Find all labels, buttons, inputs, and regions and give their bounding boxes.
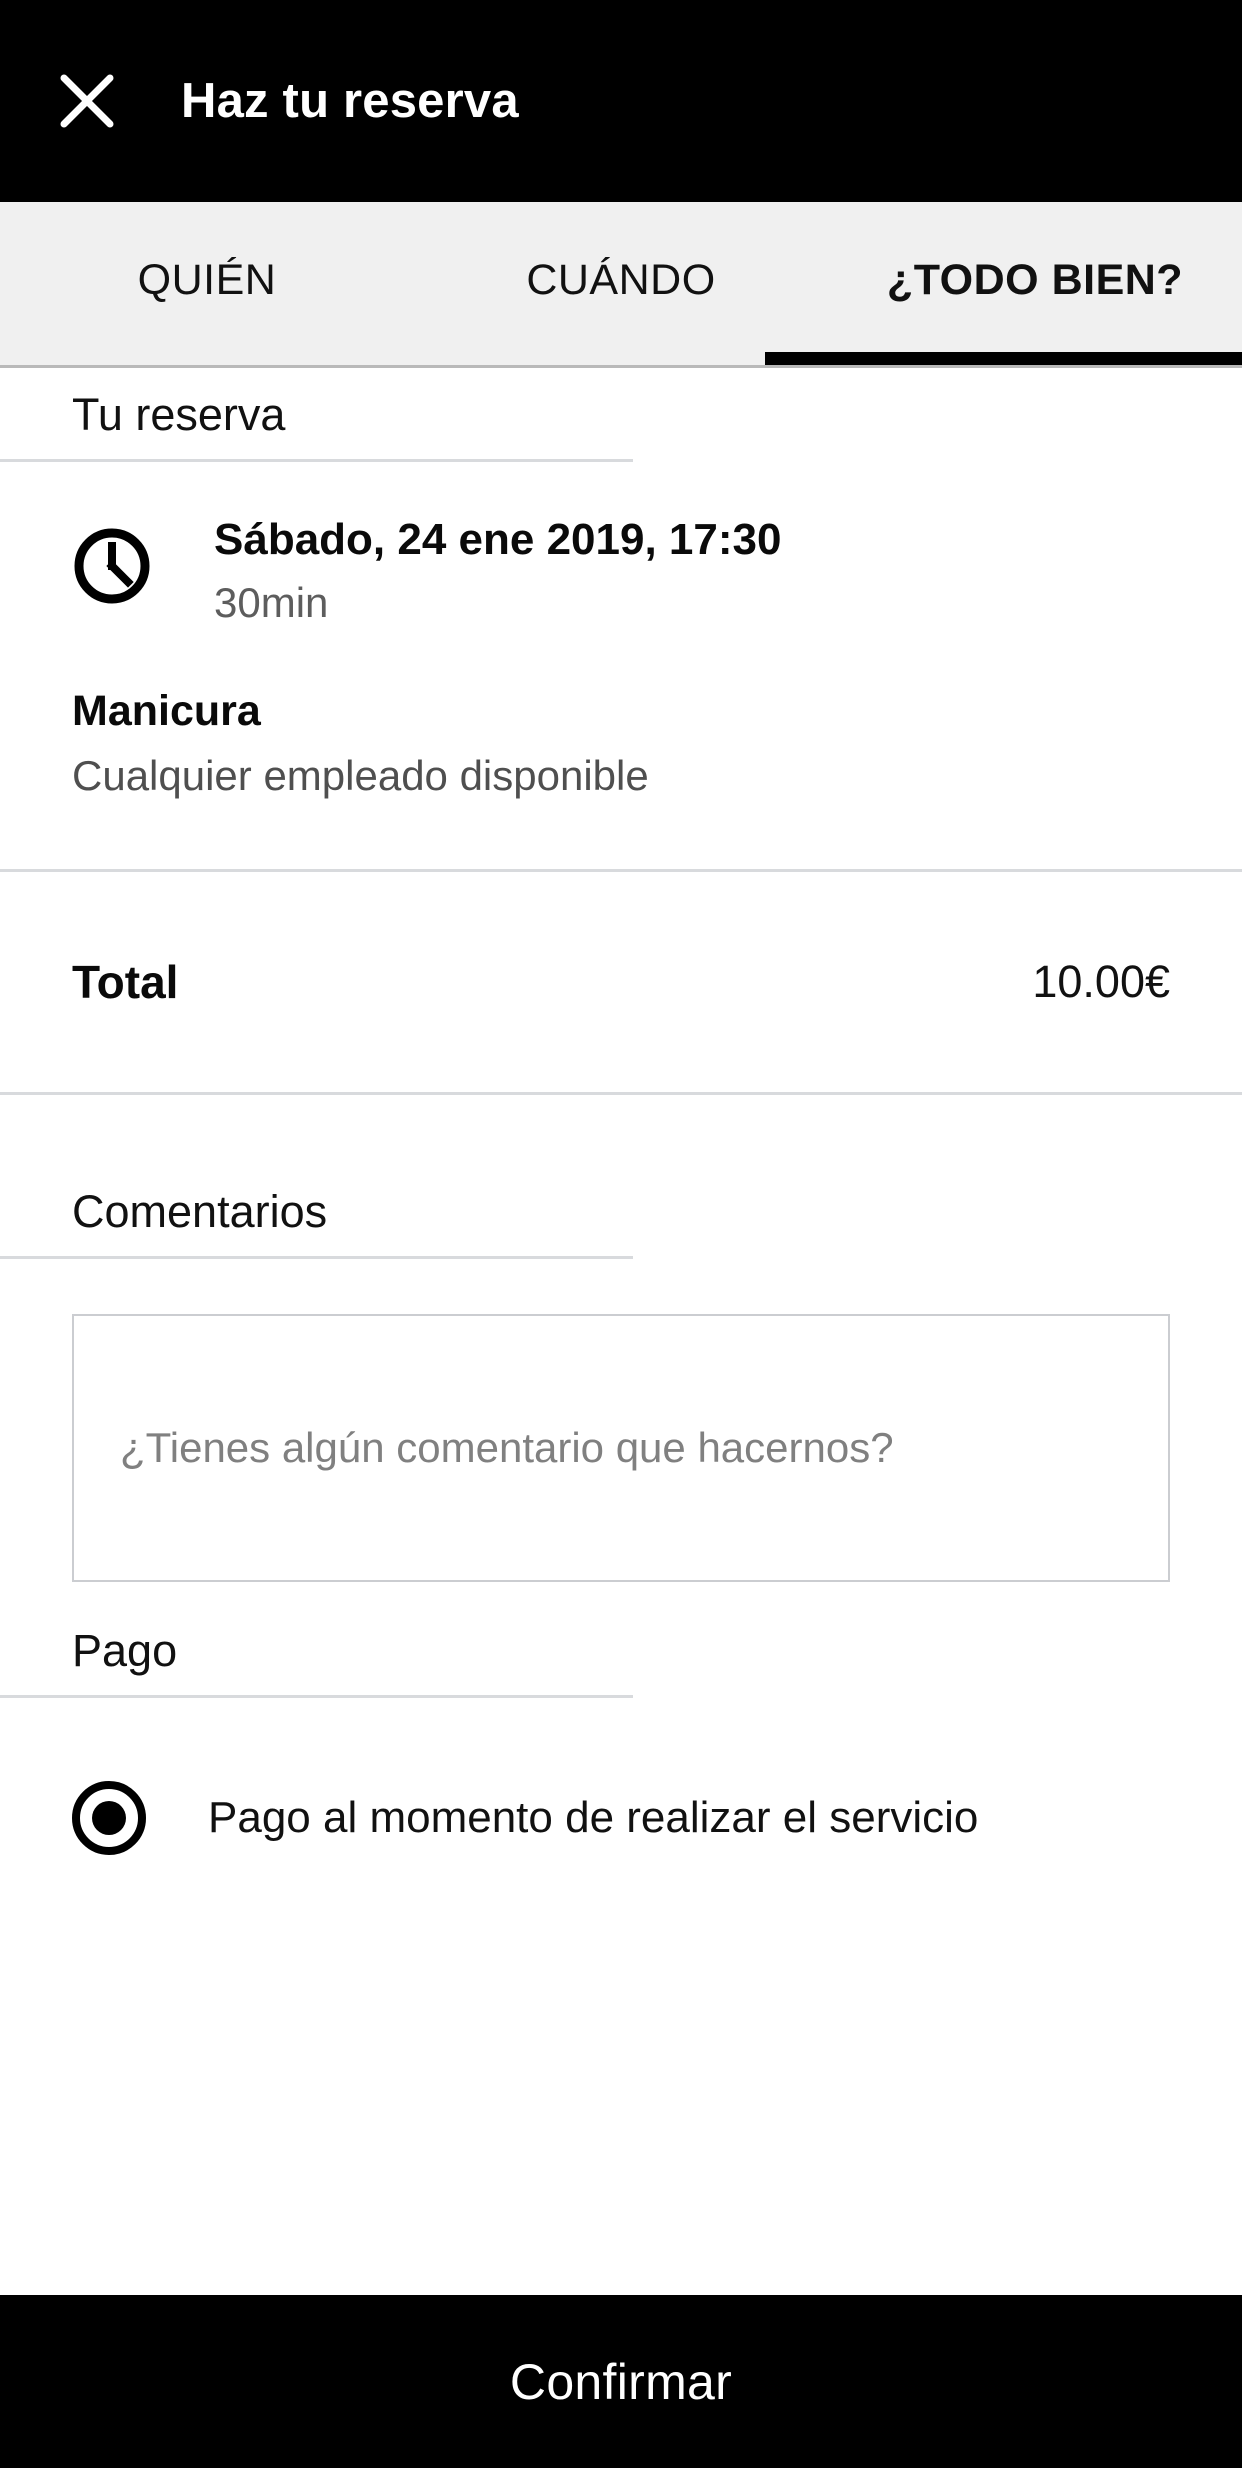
radio-button-selected[interactable] <box>72 1781 146 1855</box>
booking-content: Tu reserva Sábado, 24 ene 2019, 17:30 30… <box>0 368 1242 2295</box>
tab-label: ¿TODO BIEN? <box>886 256 1184 304</box>
comments-input[interactable]: ¿Tienes algún comentario que hacernos? <box>72 1314 1170 1582</box>
total-row: Total 10.00€ <box>0 872 1242 1092</box>
booking-details: Sábado, 24 ene 2019, 17:30 30min Manicur… <box>0 462 1242 797</box>
active-tab-indicator <box>765 352 1242 365</box>
tab-bar: QUIÉN CUÁNDO ¿TODO BIEN? <box>0 202 1242 368</box>
section-title: Tu reserva <box>72 389 286 440</box>
tab-quien[interactable]: QUIÉN <box>0 202 414 365</box>
total-label: Total <box>72 956 179 1008</box>
tab-label: CUÁNDO <box>526 256 716 304</box>
payment-option-label: Pago al momento de realizar el servicio <box>208 1793 979 1842</box>
service-name: Manicura <box>72 687 261 735</box>
tab-label: QUIÉN <box>137 256 277 304</box>
booking-duration: 30min <box>214 579 329 626</box>
service-staff: Cualquier empleado disponible <box>72 752 649 799</box>
close-icon <box>56 70 118 132</box>
section-header-comentarios: Comentarios <box>0 1165 1242 1259</box>
booking-screen: Haz tu reserva QUIÉN CUÁNDO ¿TODO BIEN? … <box>0 0 1242 2468</box>
page-title: Haz tu reserva <box>181 74 519 128</box>
service-block: Manicura Cualquier empleado disponible <box>72 690 1170 797</box>
close-button[interactable] <box>44 58 130 144</box>
booking-datetime: Sábado, 24 ene 2019, 17:30 <box>214 515 782 564</box>
payment-option-at-service[interactable]: Pago al momento de realizar el servicio <box>0 1744 1242 1892</box>
confirm-button[interactable]: Confirmar <box>0 2295 1242 2468</box>
section-title: Comentarios <box>72 1186 328 1237</box>
total-value: 10.00€ <box>1032 956 1170 1007</box>
section-rule <box>0 1256 633 1259</box>
section-rule <box>0 459 633 462</box>
datetime-row: Sábado, 24 ene 2019, 17:30 30min <box>72 462 1170 624</box>
section-header-pago: Pago <box>0 1604 1242 1698</box>
clock-icon <box>72 526 152 606</box>
tab-cuando[interactable]: CUÁNDO <box>414 202 828 365</box>
datetime-text: Sábado, 24 ene 2019, 17:30 30min <box>214 518 781 624</box>
section-title: Pago <box>72 1625 178 1676</box>
confirm-button-label: Confirmar <box>509 2353 733 2410</box>
comments-placeholder: ¿Tienes algún comentario que hacernos? <box>120 1423 894 1471</box>
tab-todo-bien[interactable]: ¿TODO BIEN? <box>828 202 1242 365</box>
section-rule <box>0 1695 633 1698</box>
app-bar: Haz tu reserva <box>0 0 1242 202</box>
radio-dot <box>92 1801 126 1835</box>
section-header-tu-reserva: Tu reserva <box>0 368 1242 462</box>
